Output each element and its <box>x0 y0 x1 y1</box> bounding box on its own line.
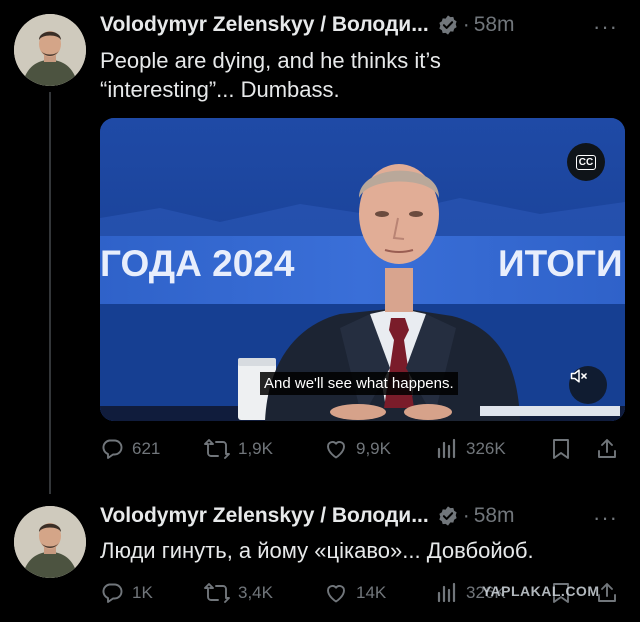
reply-button[interactable]: 1K <box>100 581 153 605</box>
video-caption: And we'll see what happens. <box>260 372 458 395</box>
separator-dot: · <box>462 504 470 527</box>
view-count: 326K <box>466 439 506 458</box>
repost-count: 1,9K <box>238 439 273 458</box>
verified-badge-icon <box>437 14 459 36</box>
avatar[interactable] <box>14 506 86 578</box>
reply-count: 1K <box>132 583 153 602</box>
repost-button[interactable]: 3,4K <box>204 581 273 605</box>
like-button[interactable]: 14K <box>324 581 386 605</box>
reply-icon <box>102 583 123 603</box>
avatar[interactable] <box>14 14 86 86</box>
mute-button[interactable] <box>569 366 607 404</box>
bookmark-button[interactable] <box>550 437 572 461</box>
verified-badge-icon <box>437 505 459 527</box>
muted-speaker-icon <box>570 369 587 383</box>
bookmark-icon <box>553 439 569 459</box>
tweet-text-line: Люди гинуть, а йому «цікаво»... Довбойоб… <box>100 538 534 563</box>
thread-line <box>49 92 51 494</box>
views-icon <box>437 438 456 459</box>
tweet-text-line: “interesting”... Dumbass. <box>100 77 340 102</box>
video-player[interactable]: ГОДА 2024 ИТОГИ Г CC And we'll see what … <box>100 118 625 421</box>
tweet-actions: 621 1,9K 9,9K 326K <box>100 434 626 464</box>
tweet-text: Люди гинуть, а йому «цікаво»... Довбойоб… <box>100 536 534 565</box>
views-button[interactable]: 326K <box>436 437 506 461</box>
repost-count: 3,4K <box>238 583 273 602</box>
author-name[interactable]: Volodymyr Zelenskyy / Володи... <box>100 13 429 37</box>
like-button[interactable]: 9,9K <box>324 437 391 461</box>
watermark: YAPLAKAL.COM <box>482 583 600 599</box>
reply-icon <box>102 439 123 459</box>
like-count: 14K <box>356 583 387 602</box>
heart-icon <box>327 441 345 459</box>
separator-dot: · <box>462 13 470 36</box>
tweet-header: Volodymyr Zelenskyy / Володи... · 58m <box>100 10 515 40</box>
more-options-button[interactable]: ··· <box>593 14 618 40</box>
like-count: 9,9K <box>356 439 391 458</box>
reply-count: 621 <box>132 439 161 458</box>
heart-icon <box>327 585 345 603</box>
repost-button[interactable]: 1,9K <box>204 437 273 461</box>
author-name[interactable]: Volodymyr Zelenskyy / Володи... <box>100 504 429 528</box>
tweet-time[interactable]: 58m <box>474 13 515 37</box>
repost-icon <box>204 583 230 603</box>
banner-text-right: ИТОГИ Г <box>498 243 625 284</box>
tweet-text-line: People are dying, and he thinks it’s <box>100 48 441 73</box>
captions-label: CC <box>575 154 597 170</box>
avatar-image <box>14 506 86 578</box>
avatar-image <box>14 14 86 86</box>
captions-button[interactable]: CC <box>567 143 605 181</box>
reply-button[interactable]: 621 <box>100 437 160 461</box>
views-icon <box>437 582 456 603</box>
tweet-text: People are dying, and he thinks it’s “in… <box>100 46 441 104</box>
more-options-button[interactable]: ··· <box>593 505 618 531</box>
share-icon <box>598 439 616 458</box>
tweet-header: Volodymyr Zelenskyy / Володи... · 58m <box>100 501 515 531</box>
share-button[interactable] <box>596 437 618 461</box>
tweet-time[interactable]: 58m <box>474 504 515 528</box>
banner-text: ГОДА 2024 <box>100 243 295 284</box>
repost-icon <box>204 439 230 459</box>
